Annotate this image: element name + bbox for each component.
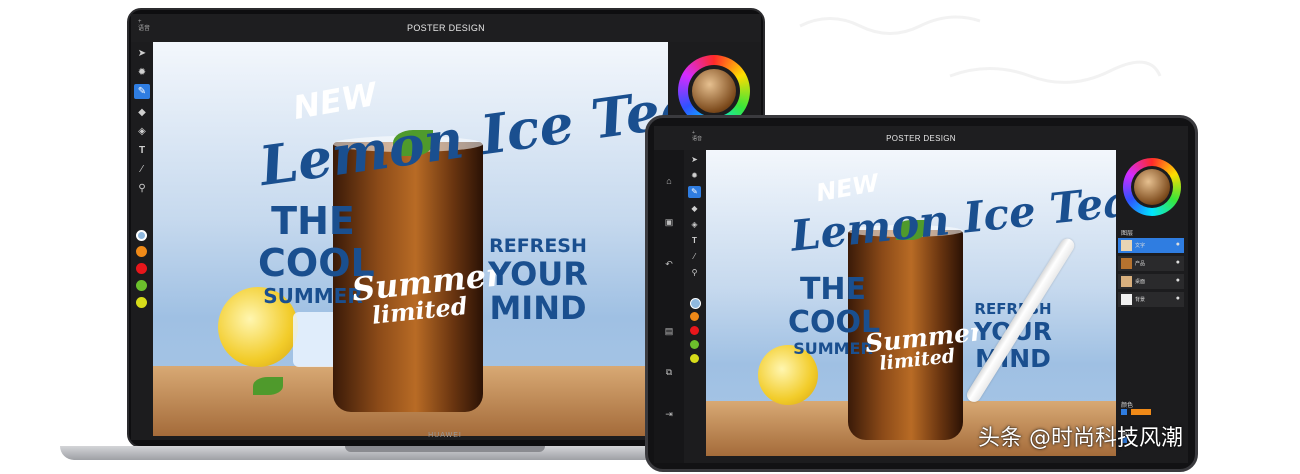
- color-swatch-blue[interactable]: [136, 230, 147, 241]
- laptop-canvas[interactable]: NEW Lemon Ice Tea THE COOL SUMMER Summer…: [153, 42, 668, 436]
- color-section-label: 颜色: [1121, 403, 1134, 409]
- color-value-bar[interactable]: [1131, 409, 1151, 415]
- color-swatch-red[interactable]: [136, 263, 147, 274]
- eye-icon[interactable]: ●: [1176, 277, 1180, 284]
- poster-right-line: MIND: [489, 289, 587, 327]
- poster-center-lines: Summer limited: [350, 255, 504, 330]
- poster-right-lines: REFRESH YOUR MIND: [488, 235, 588, 327]
- save-icon[interactable]: ▤: [663, 325, 675, 337]
- laptop-brand-label: HUAWEI: [428, 432, 462, 439]
- home-icon[interactable]: ⌂: [663, 175, 675, 187]
- layer-thumbnail: [1121, 276, 1132, 287]
- layer-row[interactable]: 文字 ●: [1118, 238, 1184, 253]
- layer-name: 文字: [1135, 243, 1146, 249]
- color-swatch-red[interactable]: [690, 326, 699, 335]
- layer-name: 背景: [1135, 297, 1146, 303]
- ghost-handwriting: [799, 15, 1162, 84]
- poster-right-line: REFRESH: [489, 235, 587, 257]
- poster-artwork: NEW Lemon Ice Tea THE COOL SUMMER Summer…: [153, 42, 668, 436]
- laptop-hinge-notch: [345, 446, 545, 452]
- color-swatch-orange[interactable]: [690, 312, 699, 321]
- paint-bucket-icon[interactable]: ◈: [688, 219, 701, 231]
- tablet-right-panel: 图层 文字 ● 产品 ● 桌面 ● 背景 ● 颜色 描边: [1116, 150, 1188, 463]
- eye-icon[interactable]: ●: [1176, 241, 1180, 248]
- layer-name: 产品: [1135, 261, 1146, 267]
- app-title: POSTER DESIGN: [407, 23, 485, 33]
- eyedropper-icon[interactable]: ⁄: [134, 162, 150, 177]
- pencil-icon[interactable]: ✎: [688, 186, 701, 198]
- poster-left-line: THE: [799, 272, 867, 307]
- paint-bucket-icon[interactable]: ◈: [134, 124, 150, 139]
- eraser-icon[interactable]: ◆: [134, 105, 150, 120]
- watermark-text: 头条 @时尚科技风潮: [978, 426, 1183, 451]
- poster-right-line: REFRESH: [974, 300, 1052, 318]
- layers-panel-title: 图层: [1121, 231, 1134, 237]
- tablet-toolbar: ➤ ✹ ✎ ◆ ◈ T ⁄ ⚲: [684, 150, 706, 463]
- color-swatch-green[interactable]: [690, 340, 699, 349]
- layer-row[interactable]: 背景 ●: [1118, 292, 1184, 307]
- selected-color-preview: [1134, 169, 1170, 205]
- layer-name: 桌面: [1135, 279, 1146, 285]
- text-tool-icon[interactable]: T: [134, 143, 150, 158]
- tablet-app-title: POSTER DESIGN: [886, 134, 956, 143]
- settings-gear-icon[interactable]: ✹: [134, 65, 150, 80]
- bookmark-icon[interactable]: ▣: [663, 216, 675, 228]
- eraser-icon[interactable]: ◆: [688, 203, 701, 215]
- poster-right-line: YOUR: [488, 255, 588, 293]
- laptop-toolbar: ➤ ✹ ✎ ◆ ◈ T ⁄ ⚲: [131, 42, 153, 440]
- eye-icon[interactable]: ●: [1176, 295, 1180, 302]
- poster-new-text: NEW: [814, 168, 881, 208]
- undo-icon[interactable]: ↶: [663, 258, 675, 270]
- tablet-poster-artwork: NEW Lemon Ice Tea THE COOL SUMMER Summer…: [706, 150, 1116, 456]
- layer-row[interactable]: 桌面 ●: [1118, 274, 1184, 289]
- pencil-icon[interactable]: ✎: [134, 84, 150, 99]
- layer-thumbnail: [1121, 294, 1132, 305]
- layers-icon[interactable]: ⧉: [663, 366, 675, 378]
- laptop-titlebar: + 语音 POSTER DESIGN: [131, 14, 761, 42]
- tablet-titlebar: + 语音 POSTER DESIGN: [654, 126, 1188, 150]
- color-swatch-yellow[interactable]: [690, 354, 699, 363]
- tablet-screen: + 语音 POSTER DESIGN ⌂ ▣ ↶ ▤ ⧉ ⇥ ➤ ✹ ✎ ◆ ◈…: [654, 126, 1188, 463]
- export-icon[interactable]: ⇥: [663, 408, 675, 420]
- poster-center-lines: Summer limited: [864, 317, 985, 375]
- cursor-icon[interactable]: ➤: [134, 46, 150, 61]
- selected-color-preview: [692, 69, 736, 113]
- cursor-icon[interactable]: ➤: [688, 154, 701, 166]
- layer-row[interactable]: 产品 ●: [1118, 256, 1184, 271]
- tablet-canvas[interactable]: NEW Lemon Ice Tea THE COOL SUMMER Summer…: [706, 150, 1116, 456]
- eyedropper-icon[interactable]: ⁄: [688, 251, 701, 263]
- color-swatch-orange[interactable]: [136, 246, 147, 257]
- poster-left-line: THE: [271, 199, 355, 243]
- eye-icon[interactable]: ●: [1176, 259, 1180, 266]
- mint-leaf: [253, 377, 283, 395]
- layer-thumbnail: [1121, 258, 1132, 269]
- tablet-side-rail: ⌂ ▣ ↶ ▤ ⧉ ⇥: [654, 150, 684, 463]
- color-checkbox[interactable]: [1121, 409, 1127, 415]
- color-swatch-yellow[interactable]: [136, 297, 147, 308]
- magnifier-icon[interactable]: ⚲: [688, 267, 701, 279]
- color-swatch-green[interactable]: [136, 280, 147, 291]
- settings-gear-icon[interactable]: ✹: [688, 170, 701, 182]
- magnifier-icon[interactable]: ⚲: [134, 181, 150, 196]
- text-tool-icon[interactable]: T: [688, 235, 701, 247]
- color-swatch-blue[interactable]: [690, 298, 701, 309]
- layer-thumbnail: [1121, 240, 1132, 251]
